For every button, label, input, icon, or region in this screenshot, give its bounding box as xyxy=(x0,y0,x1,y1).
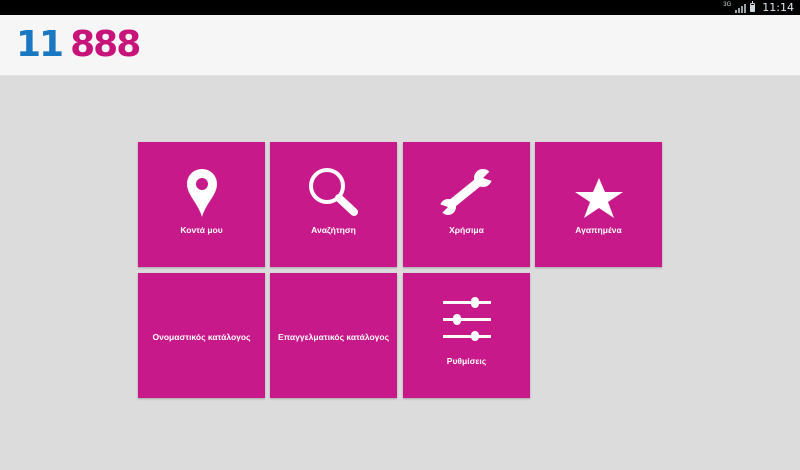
tile-white-pages[interactable]: Ονομαστικός κατάλογος xyxy=(138,273,265,398)
tile-label: Ονομαστικός κατάλογος xyxy=(152,332,251,342)
tile-useful[interactable]: Χρήσιμα xyxy=(403,142,530,267)
tile-search[interactable]: Αναζήτηση xyxy=(270,142,397,267)
sliders-icon xyxy=(403,297,530,341)
location-pin-icon xyxy=(138,168,265,218)
search-icon xyxy=(270,166,397,218)
star-icon xyxy=(535,178,662,218)
app-logo[interactable]: 11 888 xyxy=(16,21,141,69)
signal-icon xyxy=(735,3,747,13)
tile-favorites[interactable]: Αγαπημένα xyxy=(535,142,662,267)
clock: 11:14 xyxy=(762,1,794,14)
status-icons: 3G 11:14 xyxy=(723,0,794,15)
app-bar: 11 888 xyxy=(0,15,800,76)
battery-level xyxy=(751,4,755,11)
network-type-label: 3G xyxy=(723,1,732,8)
logo-part-1: 11 xyxy=(16,24,64,65)
tile-label: Κοντά μου xyxy=(180,225,223,235)
logo-part-2: 888 xyxy=(70,24,141,65)
tile-label: Αναζήτηση xyxy=(311,225,356,235)
tile-label: Ρυθμίσεις xyxy=(446,356,487,366)
tile-label: Αγαπημένα xyxy=(575,225,622,235)
tile-label: Χρήσιμα xyxy=(449,225,484,235)
tile-nearby[interactable]: Κοντά μου xyxy=(138,142,265,267)
wrench-icon xyxy=(403,168,530,216)
status-bar: 3G 11:14 xyxy=(0,0,800,15)
tile-settings[interactable]: Ρυθμίσεις xyxy=(403,273,530,398)
tile-yellow-pages[interactable]: Επαγγελματικός κατάλογος xyxy=(270,273,397,398)
battery-icon xyxy=(750,1,756,12)
tile-label: Επαγγελματικός κατάλογος xyxy=(277,332,389,342)
